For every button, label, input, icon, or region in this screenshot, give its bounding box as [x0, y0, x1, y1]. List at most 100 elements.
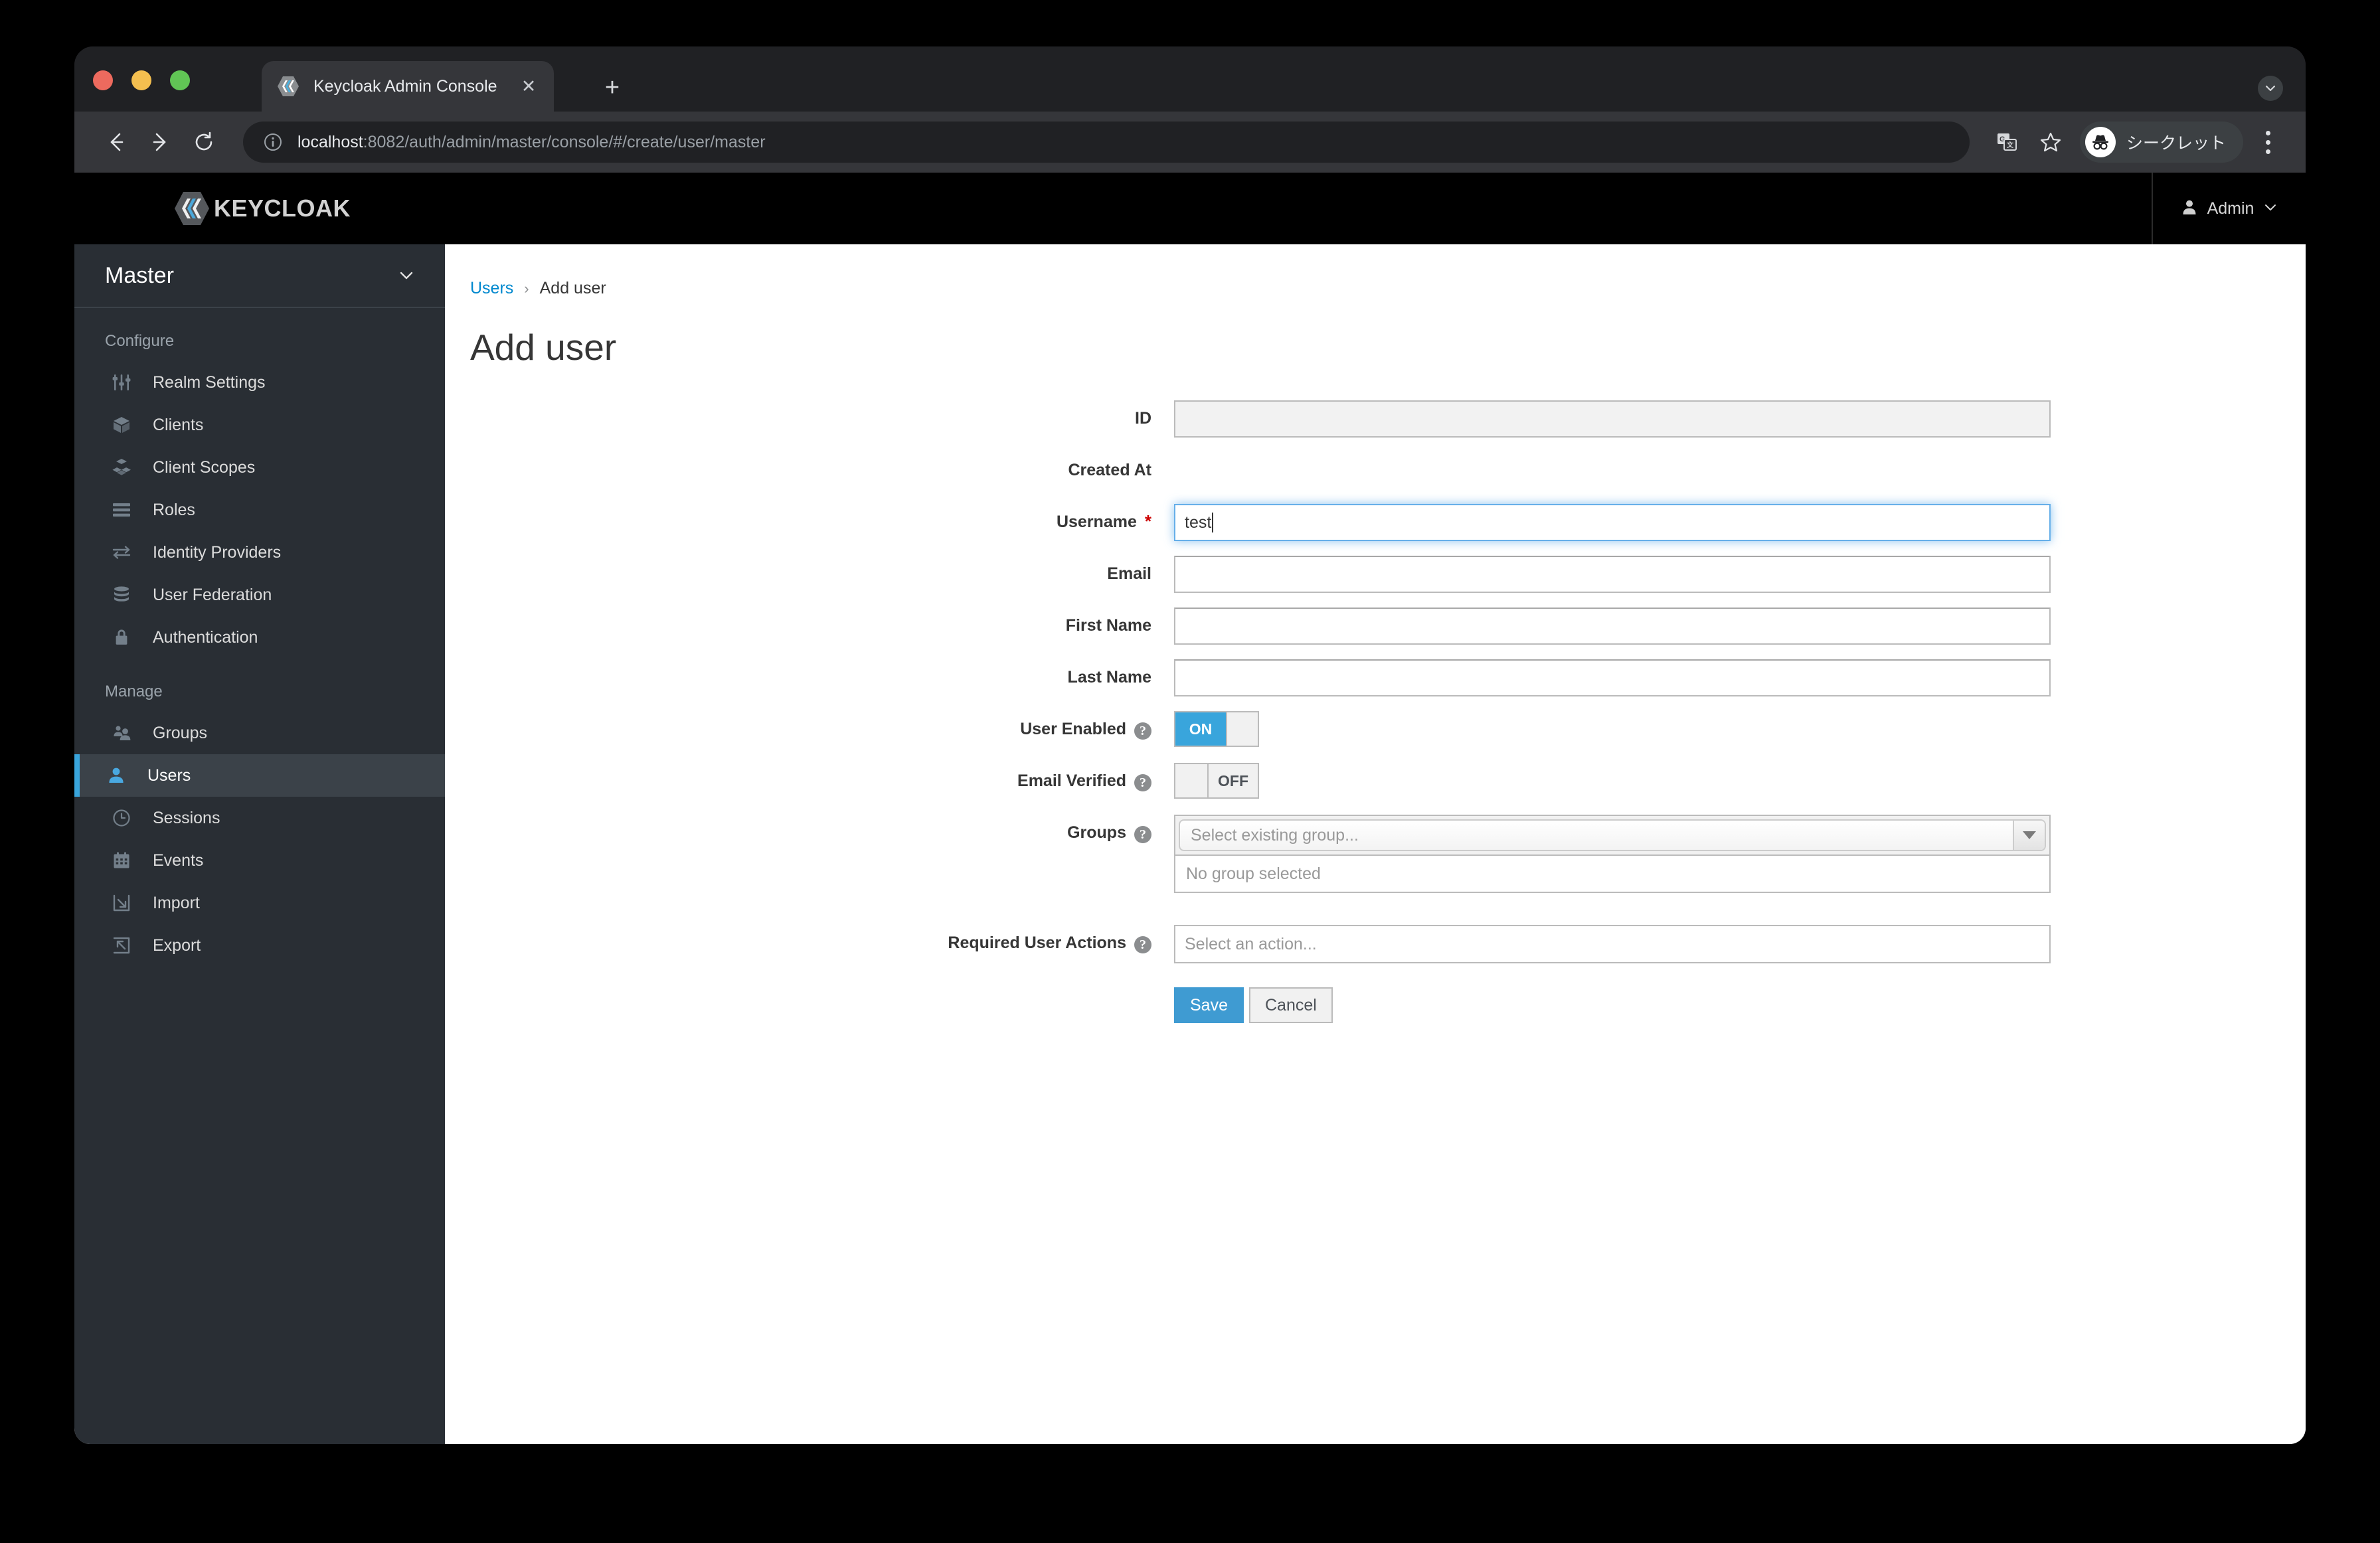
created-at-value-wrap	[1174, 452, 2306, 489]
incognito-profile-button[interactable]: シークレット	[2079, 122, 2243, 163]
sidebar-item-authentication[interactable]: Authentication	[74, 616, 445, 659]
kebab-menu-icon[interactable]	[2252, 123, 2283, 161]
breadcrumb-link-users[interactable]: Users	[470, 279, 513, 298]
toggle-knob	[1175, 764, 1209, 797]
star-icon[interactable]	[2032, 123, 2069, 161]
help-icon[interactable]: ?	[1134, 826, 1151, 843]
tab-search-icon[interactable]	[2258, 76, 2283, 101]
calendar-icon	[110, 849, 133, 872]
realm-selector-label: Master	[105, 262, 174, 288]
required-user-actions-input[interactable]: Select an action...	[1174, 925, 2051, 963]
sidebar-item-clients[interactable]: Clients	[74, 404, 445, 446]
exchange-icon	[110, 541, 133, 564]
last-name-label: Last Name	[470, 659, 1174, 687]
groups-label-text: Groups	[1067, 823, 1126, 842]
required-user-actions-label: Required User Actions ?	[470, 925, 1174, 953]
sidebar-item-identity-providers[interactable]: Identity Providers	[74, 531, 445, 574]
cancel-button[interactable]: Cancel	[1248, 987, 1333, 1023]
form-actions: Save Cancel	[1174, 987, 2306, 1023]
first-name-input[interactable]	[1174, 608, 2051, 645]
last-name-label-text: Last Name	[1067, 668, 1151, 687]
sidebar-item-events[interactable]: Events	[74, 839, 445, 882]
address-bar[interactable]: localhost:8082/auth/admin/master/console…	[243, 122, 1970, 163]
sidebar-section-manage: Manage	[105, 683, 163, 700]
info-icon[interactable]	[262, 131, 284, 153]
username-input[interactable]: test	[1174, 504, 2051, 541]
groups-field-wrap: Select existing group... No group select…	[1174, 815, 2306, 893]
user-enabled-toggle-state: ON	[1175, 712, 1226, 746]
email-label-text: Email	[1107, 564, 1151, 583]
user-enabled-toggle[interactable]: ON	[1174, 711, 1259, 747]
help-icon[interactable]: ?	[1134, 936, 1151, 953]
maximize-window-button[interactable]	[170, 70, 190, 90]
sidebar-item-label: User Federation	[153, 585, 272, 604]
sidebar-section-configure: Configure	[105, 332, 175, 350]
keycloak-wordmark: KEYCLOAK	[214, 195, 351, 222]
required-marker: *	[1144, 511, 1151, 531]
help-icon[interactable]: ?	[1134, 722, 1151, 740]
box-icon	[110, 414, 133, 436]
required-user-actions-label-text: Required User Actions	[948, 934, 1126, 952]
sidebar-item-label: Roles	[153, 500, 195, 519]
clock-icon	[110, 807, 133, 829]
sidebar-item-user-federation[interactable]: User Federation	[74, 574, 445, 616]
sidebar-item-label: Export	[153, 935, 201, 955]
user-enabled-label-text: User Enabled	[1020, 720, 1126, 738]
database-icon	[110, 584, 133, 606]
incognito-label: シークレット	[2126, 134, 2226, 153]
url-path: :8082/auth/admin/master/console/#/create…	[363, 132, 766, 151]
minimize-window-button[interactable]	[131, 70, 151, 90]
translate-icon[interactable]: G 文	[1988, 123, 2025, 161]
sidebar-item-users[interactable]: Users	[74, 754, 445, 797]
form-row-groups: Groups ? Select existing group... No gro…	[470, 815, 2306, 893]
user-avatar-icon	[2181, 199, 2198, 219]
sidebar-item-sessions[interactable]: Sessions	[74, 797, 445, 839]
sidebar-item-roles[interactable]: Roles	[74, 489, 445, 531]
email-verified-toggle-state: OFF	[1209, 764, 1258, 797]
browser-toolbar: localhost:8082/auth/admin/master/console…	[74, 112, 2306, 173]
close-window-button[interactable]	[93, 70, 113, 90]
sidebar-item-import[interactable]: Import	[74, 882, 445, 924]
sidebar-item-realm-settings[interactable]: Realm Settings	[74, 361, 445, 404]
last-name-field-wrap	[1174, 659, 2306, 696]
sidebar-item-label: Authentication	[153, 627, 258, 647]
back-icon[interactable]	[97, 123, 135, 161]
form-row-created-at: Created At	[470, 452, 2306, 489]
groups-select[interactable]: Select existing group...	[1179, 819, 2046, 851]
groups-label: Groups ?	[470, 815, 1174, 843]
forward-icon[interactable]	[141, 123, 179, 161]
form-row-last-name: Last Name	[470, 659, 2306, 696]
form-row-id: ID	[470, 400, 2306, 438]
help-icon[interactable]: ?	[1134, 774, 1151, 791]
sidebar-item-client-scopes[interactable]: Client Scopes	[74, 446, 445, 489]
new-tab-button[interactable]: +	[599, 75, 626, 102]
email-input[interactable]	[1174, 556, 2051, 593]
save-button[interactable]: Save	[1174, 987, 1244, 1023]
breadcrumb-separator: ›	[524, 280, 529, 297]
sidebar-item-groups[interactable]: Groups	[74, 712, 445, 754]
first-name-label: First Name	[470, 608, 1174, 635]
created-at-label-text: Created At	[1068, 461, 1152, 479]
id-label: ID	[470, 400, 1174, 428]
chevron-down-icon[interactable]	[2013, 821, 2045, 850]
browser-tab[interactable]: Keycloak Admin Console ✕	[262, 61, 554, 112]
page-title: Add user	[470, 327, 617, 368]
users-icon	[110, 722, 133, 744]
email-verified-toggle[interactable]: OFF	[1174, 763, 1259, 799]
last-name-input[interactable]	[1174, 659, 2051, 696]
text-cursor	[1212, 513, 1214, 532]
required-user-actions-field-wrap: Select an action... Save Cancel	[1174, 925, 2306, 1023]
reload-icon[interactable]	[185, 123, 223, 161]
first-name-label-text: First Name	[1065, 616, 1151, 635]
close-tab-button[interactable]: ✕	[518, 76, 539, 97]
sliders-icon	[110, 371, 133, 394]
user-menu[interactable]: Admin	[2152, 173, 2306, 244]
groups-select-placeholder: Select existing group...	[1191, 825, 1359, 845]
sidebar-item-export[interactable]: Export	[74, 924, 445, 967]
realm-selector[interactable]: Master	[74, 244, 445, 308]
keycloak-logo[interactable]: KEYCLOAK	[171, 188, 351, 229]
form-row-email-verified: Email Verified ? OFF	[470, 763, 2306, 800]
form-row-user-enabled: User Enabled ? ON	[470, 711, 2306, 748]
sidebar-item-label: Clients	[153, 415, 204, 434]
main-content: Users › Add user Add user ID Created At …	[445, 244, 2306, 1444]
